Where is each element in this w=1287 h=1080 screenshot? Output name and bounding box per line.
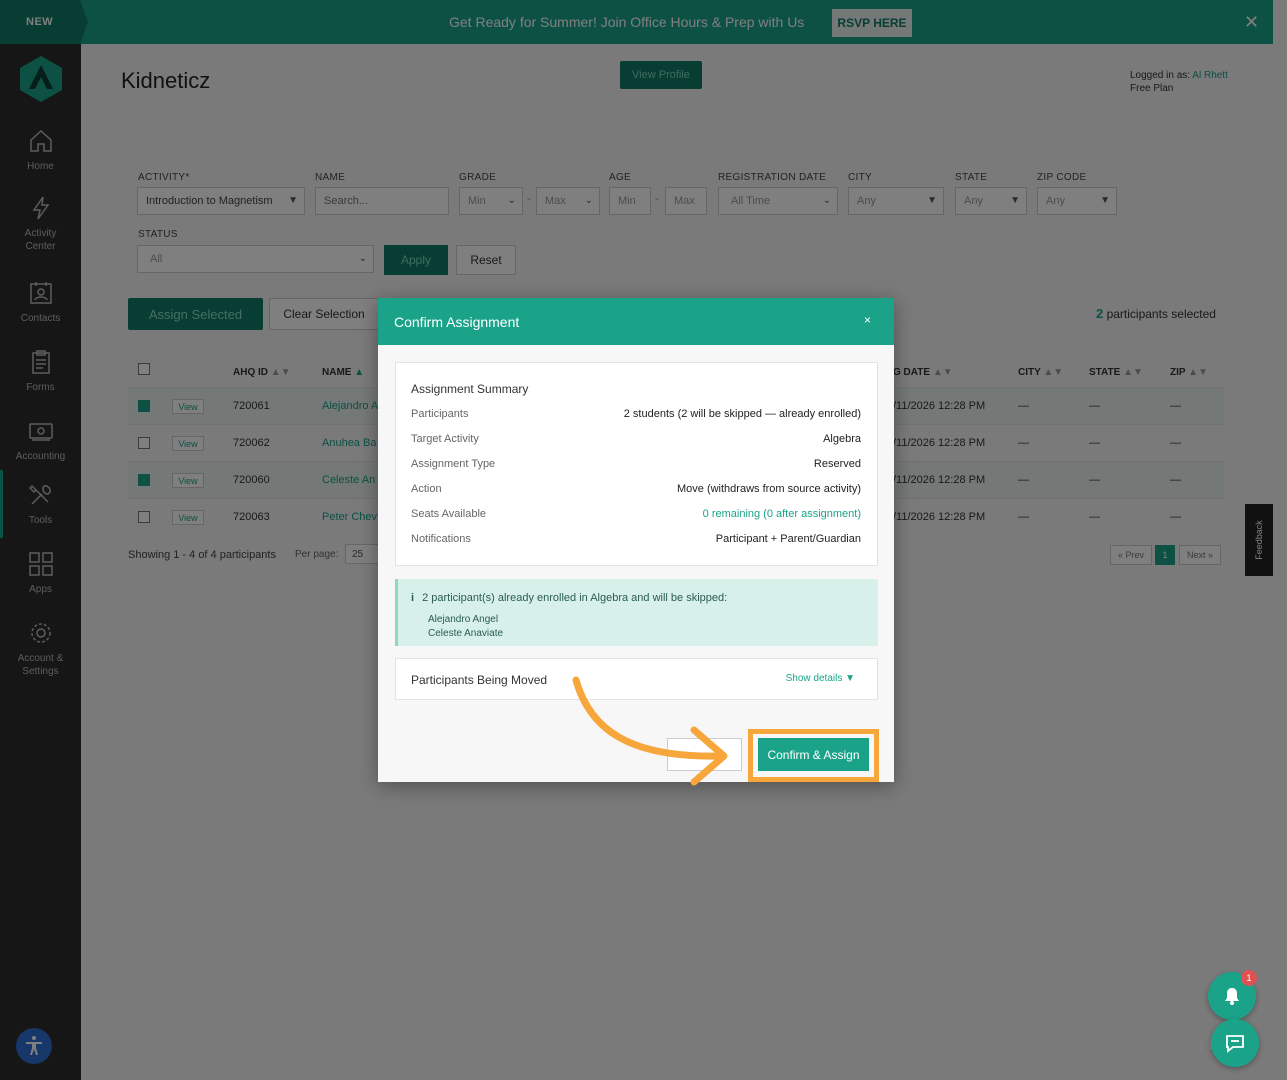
assignment-summary: Assignment Summary Participants 2 studen… [395, 362, 878, 566]
summary-label: Seats Available [411, 508, 487, 520]
summary-label: Participants [411, 408, 469, 420]
summary-value: Reserved [813, 458, 861, 470]
summary-label: Target Activity [411, 433, 479, 445]
skipped-name: Alejandro Angel [428, 614, 499, 625]
skipped-name: Celeste Anaviate [428, 628, 504, 639]
summary-value: 2 students (2 will be skipped — already … [623, 408, 861, 420]
notice-text: i 2 participant(s) already enrolled in Al… [411, 592, 727, 604]
notice-names: Alejandro Angel Celeste Anaviate [428, 613, 503, 641]
summary-value: Participant + Parent/Guardian [715, 533, 861, 545]
moving-title: Participants Being Moved [411, 673, 548, 687]
notice-message: 2 participant(s) already enrolled in Alg… [422, 592, 728, 604]
show-details-toggle[interactable]: Show details ▼ [786, 673, 855, 684]
modal-header: Confirm Assignment × [378, 298, 894, 345]
notification-badge: 1 [1241, 970, 1257, 986]
info-icon: i [411, 592, 415, 604]
skip-notice: i 2 participant(s) already enrolled in Al… [395, 579, 878, 646]
chat-button[interactable] [1211, 1019, 1259, 1067]
summary-value: 0 remaining (0 after assignment) [702, 508, 861, 520]
summary-title: Assignment Summary [411, 382, 529, 396]
summary-label: Assignment Type [411, 458, 496, 470]
close-icon[interactable]: × [864, 313, 871, 327]
pointer-arrow-icon [572, 676, 728, 786]
summary-value: Move (withdraws from source activity) [677, 483, 861, 495]
scrollbar[interactable] [1273, 0, 1287, 1080]
drag-handle-icon[interactable]: ⋮⋮ [1196, 1040, 1216, 1051]
highlight-box [748, 729, 879, 782]
summary-label: Notifications [411, 533, 471, 545]
bell-icon [1225, 988, 1239, 1005]
summary-label: Action [411, 483, 442, 495]
modal-title: Confirm Assignment [394, 314, 520, 330]
chat-icon [1226, 1035, 1244, 1053]
summary-value: Algebra [823, 433, 861, 445]
